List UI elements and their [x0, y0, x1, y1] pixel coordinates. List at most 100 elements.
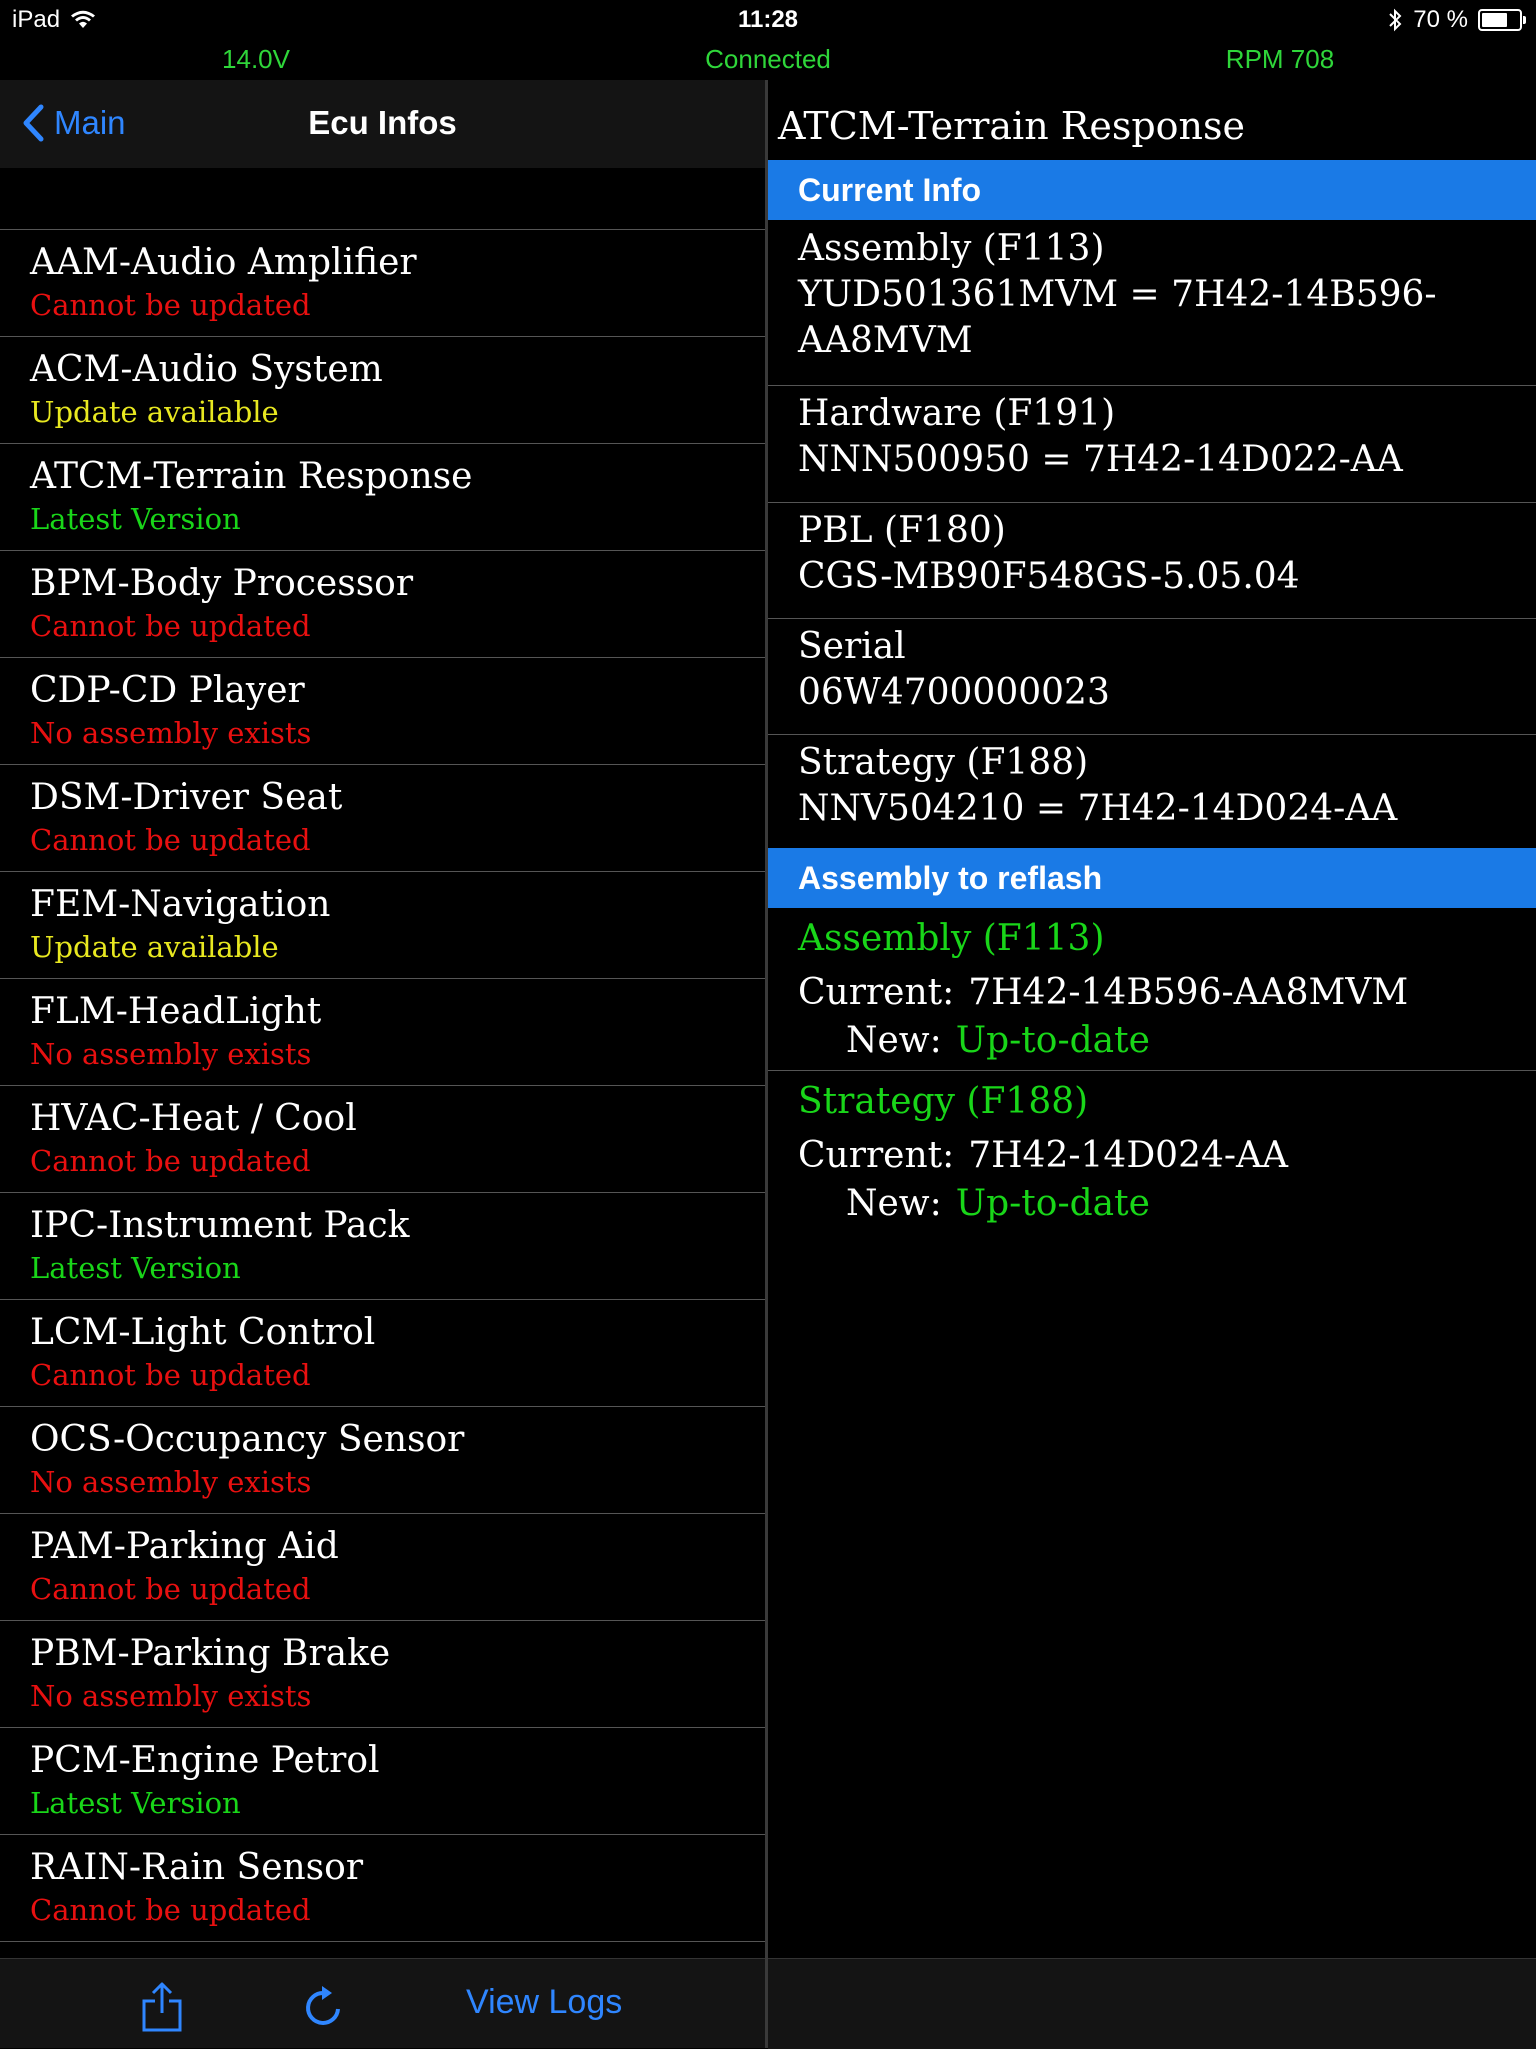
info-value: NNV504210 = 7H42-14D024-AA — [798, 788, 1398, 829]
current-info-header-label: Current Info — [798, 172, 982, 208]
ecu-name: CDP-CD Player — [30, 670, 305, 711]
current-info-item: PBL (F180) CGS-MB90F548GS-5.05.04 — [768, 502, 1536, 619]
reflash-current-line: Current: 7H42-14D024-AA — [798, 1135, 1288, 1176]
voltage-readout: 14.0V — [222, 44, 290, 74]
ecu-list: AAM-Audio Amplifier Cannot be updated ACM-… — [0, 229, 765, 2048]
current-info-item: Hardware (F191) NNN500950 = 7H42-14D022-A… — [768, 385, 1536, 503]
ecu-name: OCS-Occupancy Sensor — [30, 1419, 465, 1460]
ecu-detail-pane: ATCM-Terrain Response Current Info Assem… — [768, 80, 1536, 2049]
ecu-name: PCM-Engine Petrol — [30, 1740, 380, 1781]
battery-percent: 70 % — [1413, 6, 1468, 33]
ecu-status: Latest Version — [30, 502, 241, 536]
obd-info-bar: 14.0V Connected RPM 708 — [0, 40, 1536, 80]
ecu-status: Cannot be updated — [30, 288, 311, 322]
battery-level — [1482, 13, 1508, 27]
ecu-name: BPM-Body Processor — [30, 563, 414, 604]
ecu-status: No assembly exists — [30, 716, 312, 750]
reflash-current-label: Current: — [798, 972, 955, 1013]
ecu-status: Update available — [30, 395, 279, 429]
reflash-new-value: Up-to-date — [955, 1183, 1150, 1224]
ecu-list-item[interactable]: PCM-Engine Petrol Latest Version — [0, 1727, 765, 1834]
reflash-new-label: New: — [846, 1183, 942, 1224]
status-right: 70 % — [1387, 6, 1526, 34]
ecu-list-item[interactable]: FLM-HeadLight No assembly exists — [0, 978, 765, 1085]
current-info-header: Current Info — [768, 160, 1536, 220]
ecu-name: RAIN-Rain Sensor — [30, 1847, 364, 1888]
page-title: Ecu Infos — [308, 104, 457, 141]
reflash-current-value: 7H42-14B596-AA8MVM — [968, 972, 1409, 1013]
ecu-status: Cannot be updated — [30, 823, 311, 857]
reflash-current-label: Current: — [798, 1135, 955, 1176]
ecu-name: AAM-Audio Amplifier — [30, 242, 417, 283]
current-info-item: Serial 06W4700000023 — [768, 618, 1536, 735]
ecu-name: PBM-Parking Brake — [30, 1633, 391, 1674]
ecu-list-item[interactable]: IPC-Instrument Pack Latest Version — [0, 1192, 765, 1299]
battery-icon — [1478, 9, 1526, 31]
rpm-readout: RPM 708 — [1225, 44, 1335, 74]
current-info-item: Assembly (F113) YUD501361MVM = 7H42-14B59… — [768, 220, 1536, 386]
ecu-status: Cannot be updated — [30, 1572, 311, 1606]
ecu-status: Update available — [30, 930, 279, 964]
info-label: Hardware (F191) — [798, 393, 1116, 434]
reflash-new-value: Up-to-date — [955, 1020, 1150, 1061]
info-value: YUD501361MVM = 7H42-14B596-AA8MVM — [798, 274, 1437, 361]
reflash-header: Assembly to reflash — [768, 848, 1536, 908]
ecu-list-item[interactable]: AAM-Audio Amplifier Cannot be updated — [0, 229, 765, 336]
ecu-status: Cannot be updated — [30, 1144, 311, 1178]
reflash-item: Assembly (F113) Current: 7H42-14B596-AA8MV… — [768, 918, 1536, 1071]
ecu-list-item[interactable]: PAM-Parking Aid Cannot be updated — [0, 1513, 765, 1620]
reflash-item-label: Assembly (F113) — [798, 918, 1105, 959]
reflash-current-value: 7H42-14D024-AA — [968, 1135, 1289, 1176]
ecu-master-pane: Main Ecu Infos AAM-Audio Amplifier Cannot… — [0, 80, 765, 2048]
ecu-status: No assembly exists — [30, 1037, 312, 1071]
ecu-name: FLM-HeadLight — [30, 991, 322, 1032]
detail-toolbar — [768, 1958, 1536, 2049]
bluetooth-icon — [1389, 8, 1402, 32]
ecu-list-item[interactable]: LCM-Light Control Cannot be updated — [0, 1299, 765, 1406]
ecu-status: Latest Version — [30, 1786, 241, 1820]
info-value: CGS-MB90F548GS-5.05.04 — [798, 556, 1300, 597]
detail-title: ATCM-Terrain Response — [778, 104, 1246, 148]
reflash-new-line: New: Up-to-date — [846, 1020, 1150, 1061]
reflash-item-label: Strategy (F188) — [798, 1081, 1089, 1122]
ecu-name: ACM-Audio System — [30, 349, 383, 390]
ecu-list-item[interactable]: ATCM-Terrain Response Latest Version — [0, 443, 765, 550]
info-label: Assembly (F113) — [798, 228, 1105, 269]
share-icon[interactable] — [140, 1981, 184, 2033]
ecu-status: Latest Version — [30, 1251, 241, 1285]
ecu-status: No assembly exists — [30, 1465, 312, 1499]
ecu-name: HVAC-Heat / Cool — [30, 1098, 357, 1139]
reflash-header-label: Assembly to reflash — [798, 860, 1103, 896]
reflash-new-line: New: Up-to-date — [846, 1183, 1150, 1224]
ecu-status: Cannot be updated — [30, 1893, 311, 1927]
ecu-list-item[interactable]: PBM-Parking Brake No assembly exists — [0, 1620, 765, 1727]
ecu-list-item[interactable]: ACM-Audio System Update available — [0, 336, 765, 443]
ecu-name: PAM-Parking Aid — [30, 1526, 339, 1567]
ecu-status: Cannot be updated — [30, 1358, 311, 1392]
info-label: Serial — [798, 626, 906, 667]
ecu-name: ATCM-Terrain Response — [30, 456, 473, 497]
ecu-list-item[interactable]: RAIN-Rain Sensor Cannot be updated — [0, 1834, 765, 1941]
ecu-list-item[interactable]: BPM-Body Processor Cannot be updated — [0, 550, 765, 657]
current-info-item: Strategy (F188) NNV504210 = 7H42-14D024-A… — [768, 734, 1536, 848]
ecu-status: Cannot be updated — [30, 609, 311, 643]
ecu-list-item[interactable]: FEM-Navigation Update available — [0, 871, 765, 978]
ecu-list-item[interactable]: DSM-Driver Seat Cannot be updated — [0, 764, 765, 871]
bottom-toolbar: View Logs — [0, 1958, 765, 2048]
clock: 11:28 — [737, 6, 799, 33]
info-label: Strategy (F188) — [798, 742, 1089, 783]
reflash-current-line: Current: 7H42-14B596-AA8MVM — [798, 972, 1408, 1013]
view-logs-button[interactable]: View Logs — [466, 1983, 622, 2022]
connection-status: Connected — [705, 44, 831, 74]
ecu-name: LCM-Light Control — [30, 1312, 376, 1353]
status-bar: iPad 11:28 70 % — [0, 0, 1536, 40]
ecu-name: FEM-Navigation — [30, 884, 331, 925]
refresh-icon[interactable] — [300, 1983, 348, 2031]
ecu-list-item[interactable]: HVAC-Heat / Cool Cannot be updated — [0, 1085, 765, 1192]
info-value: 06W4700000023 — [798, 672, 1110, 713]
ecu-name: DSM-Driver Seat — [30, 777, 343, 818]
nav-bar: Main Ecu Infos — [0, 80, 765, 168]
ecu-list-item[interactable]: CDP-CD Player No assembly exists — [0, 657, 765, 764]
info-label: PBL (F180) — [798, 510, 1006, 551]
ecu-list-item[interactable]: OCS-Occupancy Sensor No assembly exists — [0, 1406, 765, 1513]
